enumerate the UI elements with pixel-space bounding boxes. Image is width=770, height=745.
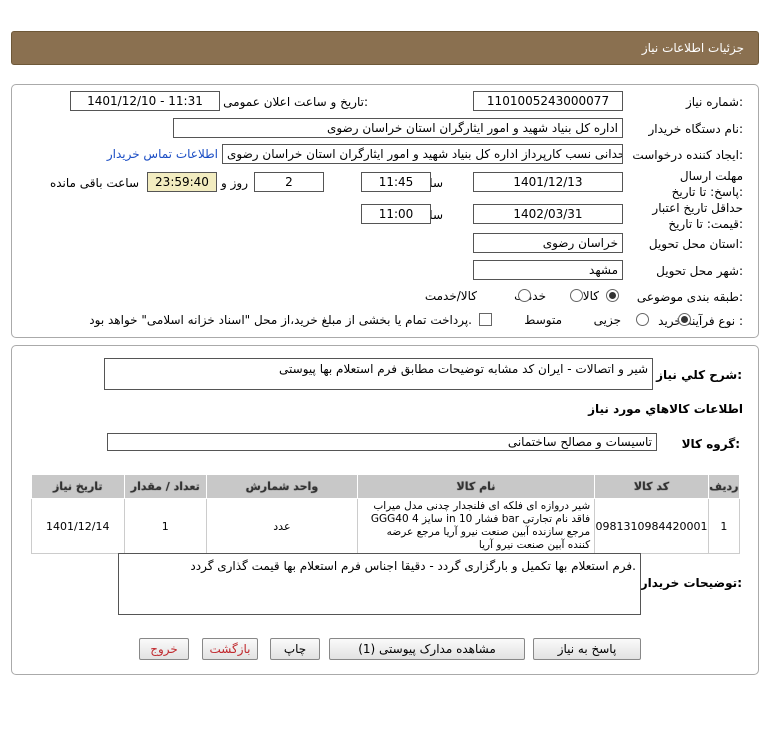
- buyer-notes-field: فرم استعلام بها تکمیل و بارگزاری گردد - …: [118, 553, 641, 615]
- back-button[interactable]: بازگشت: [202, 638, 258, 660]
- col-code: کد کالا: [594, 474, 709, 499]
- remaining-time-field: 23:59:40: [147, 172, 217, 192]
- deadline-time-field: 11:45: [361, 172, 431, 192]
- announce-field: 1401/12/10 - 11:31: [70, 91, 220, 111]
- validity-time-field: 11:00: [361, 204, 431, 224]
- province-label: استان محل تحویل:: [648, 237, 743, 251]
- reply-button[interactable]: پاسخ به نیاز: [533, 638, 641, 660]
- buyer-org-label: نام دستگاه خریدار:: [648, 122, 744, 136]
- summary-field: شیر و اتصالات - ایران کد مشابه توضیحات م…: [104, 358, 653, 390]
- category-label: طبقه بندی موضوعی:: [636, 290, 743, 304]
- page-title: جزئیات اطلاعات نیاز: [641, 41, 744, 55]
- validity-label: حداقل تاریخ اعتبار قیمت: تا تاریخ:: [652, 201, 743, 231]
- table-row: 1401/12/14 1 عدد شیر دروازه ای فلکه ای ف…: [31, 498, 741, 554]
- cell-name: شیر دروازه ای فلکه ای فلنجدار چدنی مدل م…: [356, 498, 596, 554]
- buyer-notes-label: توضیحات خریدار:: [640, 576, 742, 590]
- payment-note: پرداخت تمام یا بخشی از مبلغ خرید،از محل …: [89, 313, 472, 327]
- province-field: خراسان رضوی: [473, 233, 623, 253]
- cell-row: 1: [707, 498, 741, 554]
- creator-label: ایجاد کننده درخواست:: [632, 148, 743, 162]
- category-radio-goods[interactable]: [606, 289, 619, 302]
- items-section-title: اطلاعات کالاهاي مورد نياز: [588, 402, 743, 416]
- view-attachments-button[interactable]: مشاهده مدارک پیوستی (1): [329, 638, 525, 660]
- city-field: مشهد: [473, 260, 623, 280]
- category-option-goods: کالا: [582, 289, 599, 303]
- goods-group-label: گروه کالا:: [681, 437, 740, 451]
- cell-code: 0981310984420001: [594, 498, 709, 554]
- col-unit: واحد شمارش: [205, 474, 358, 499]
- validity-date-field: 1402/03/31: [473, 204, 623, 224]
- deadline-label: مهلت ارسال پاسخ: تا تاریخ:: [671, 169, 743, 199]
- category-radio-service[interactable]: [569, 289, 583, 302]
- col-row: ردیف: [707, 474, 741, 499]
- page-header: جزئیات اطلاعات نیاز: [11, 31, 759, 65]
- buyer-org-field: اداره کل بنیاد شهید و امور ایثارگران است…: [173, 118, 623, 138]
- cell-qty: 1: [123, 498, 207, 554]
- creator-field: حسین وحدانی نسب کارپرداز اداره کل بنیاد …: [222, 144, 623, 164]
- treasury-checkbox[interactable]: [479, 313, 492, 326]
- print-button[interactable]: چاپ: [270, 638, 320, 660]
- summary-label: شرح کلي نياز:: [656, 368, 742, 382]
- col-date: تاریخ نیاز: [31, 474, 125, 499]
- days-label: روز و: [221, 176, 248, 190]
- days-field: 2: [254, 172, 324, 192]
- cell-date: 1401/12/14: [31, 498, 125, 554]
- announce-label: تاریخ و ساعت اعلان عمومی:: [223, 95, 368, 109]
- remaining-label: ساعت باقی مانده: [49, 176, 139, 190]
- process-label: نوع فرآیند خرید :: [658, 314, 743, 328]
- cell-unit: عدد: [205, 498, 358, 554]
- col-name: نام کالا: [356, 474, 596, 499]
- city-label: شهر محل تحویل:: [656, 264, 743, 278]
- category-option-both: کالا/خدمت: [424, 289, 477, 303]
- items-table: تاریخ نیاز تعداد / مقدار واحد شمارش نام …: [31, 474, 741, 554]
- buyer-contact-link[interactable]: اطلاعات تماس خریدار: [107, 147, 218, 161]
- deadline-date-field: 1401/12/13: [473, 172, 623, 192]
- goods-group-field: تاسیسات و مصالح ساختمانی: [107, 433, 657, 451]
- exit-button[interactable]: خروج: [139, 638, 189, 660]
- need-number-field: 1101005243000077: [473, 91, 623, 111]
- need-number-label: شماره نیاز:: [685, 95, 743, 109]
- process-option-medium: متوسط: [524, 313, 562, 327]
- col-qty: تعداد / مقدار: [123, 474, 207, 499]
- process-option-minor: جزیی: [593, 313, 621, 327]
- category-radio-both[interactable]: [517, 289, 531, 302]
